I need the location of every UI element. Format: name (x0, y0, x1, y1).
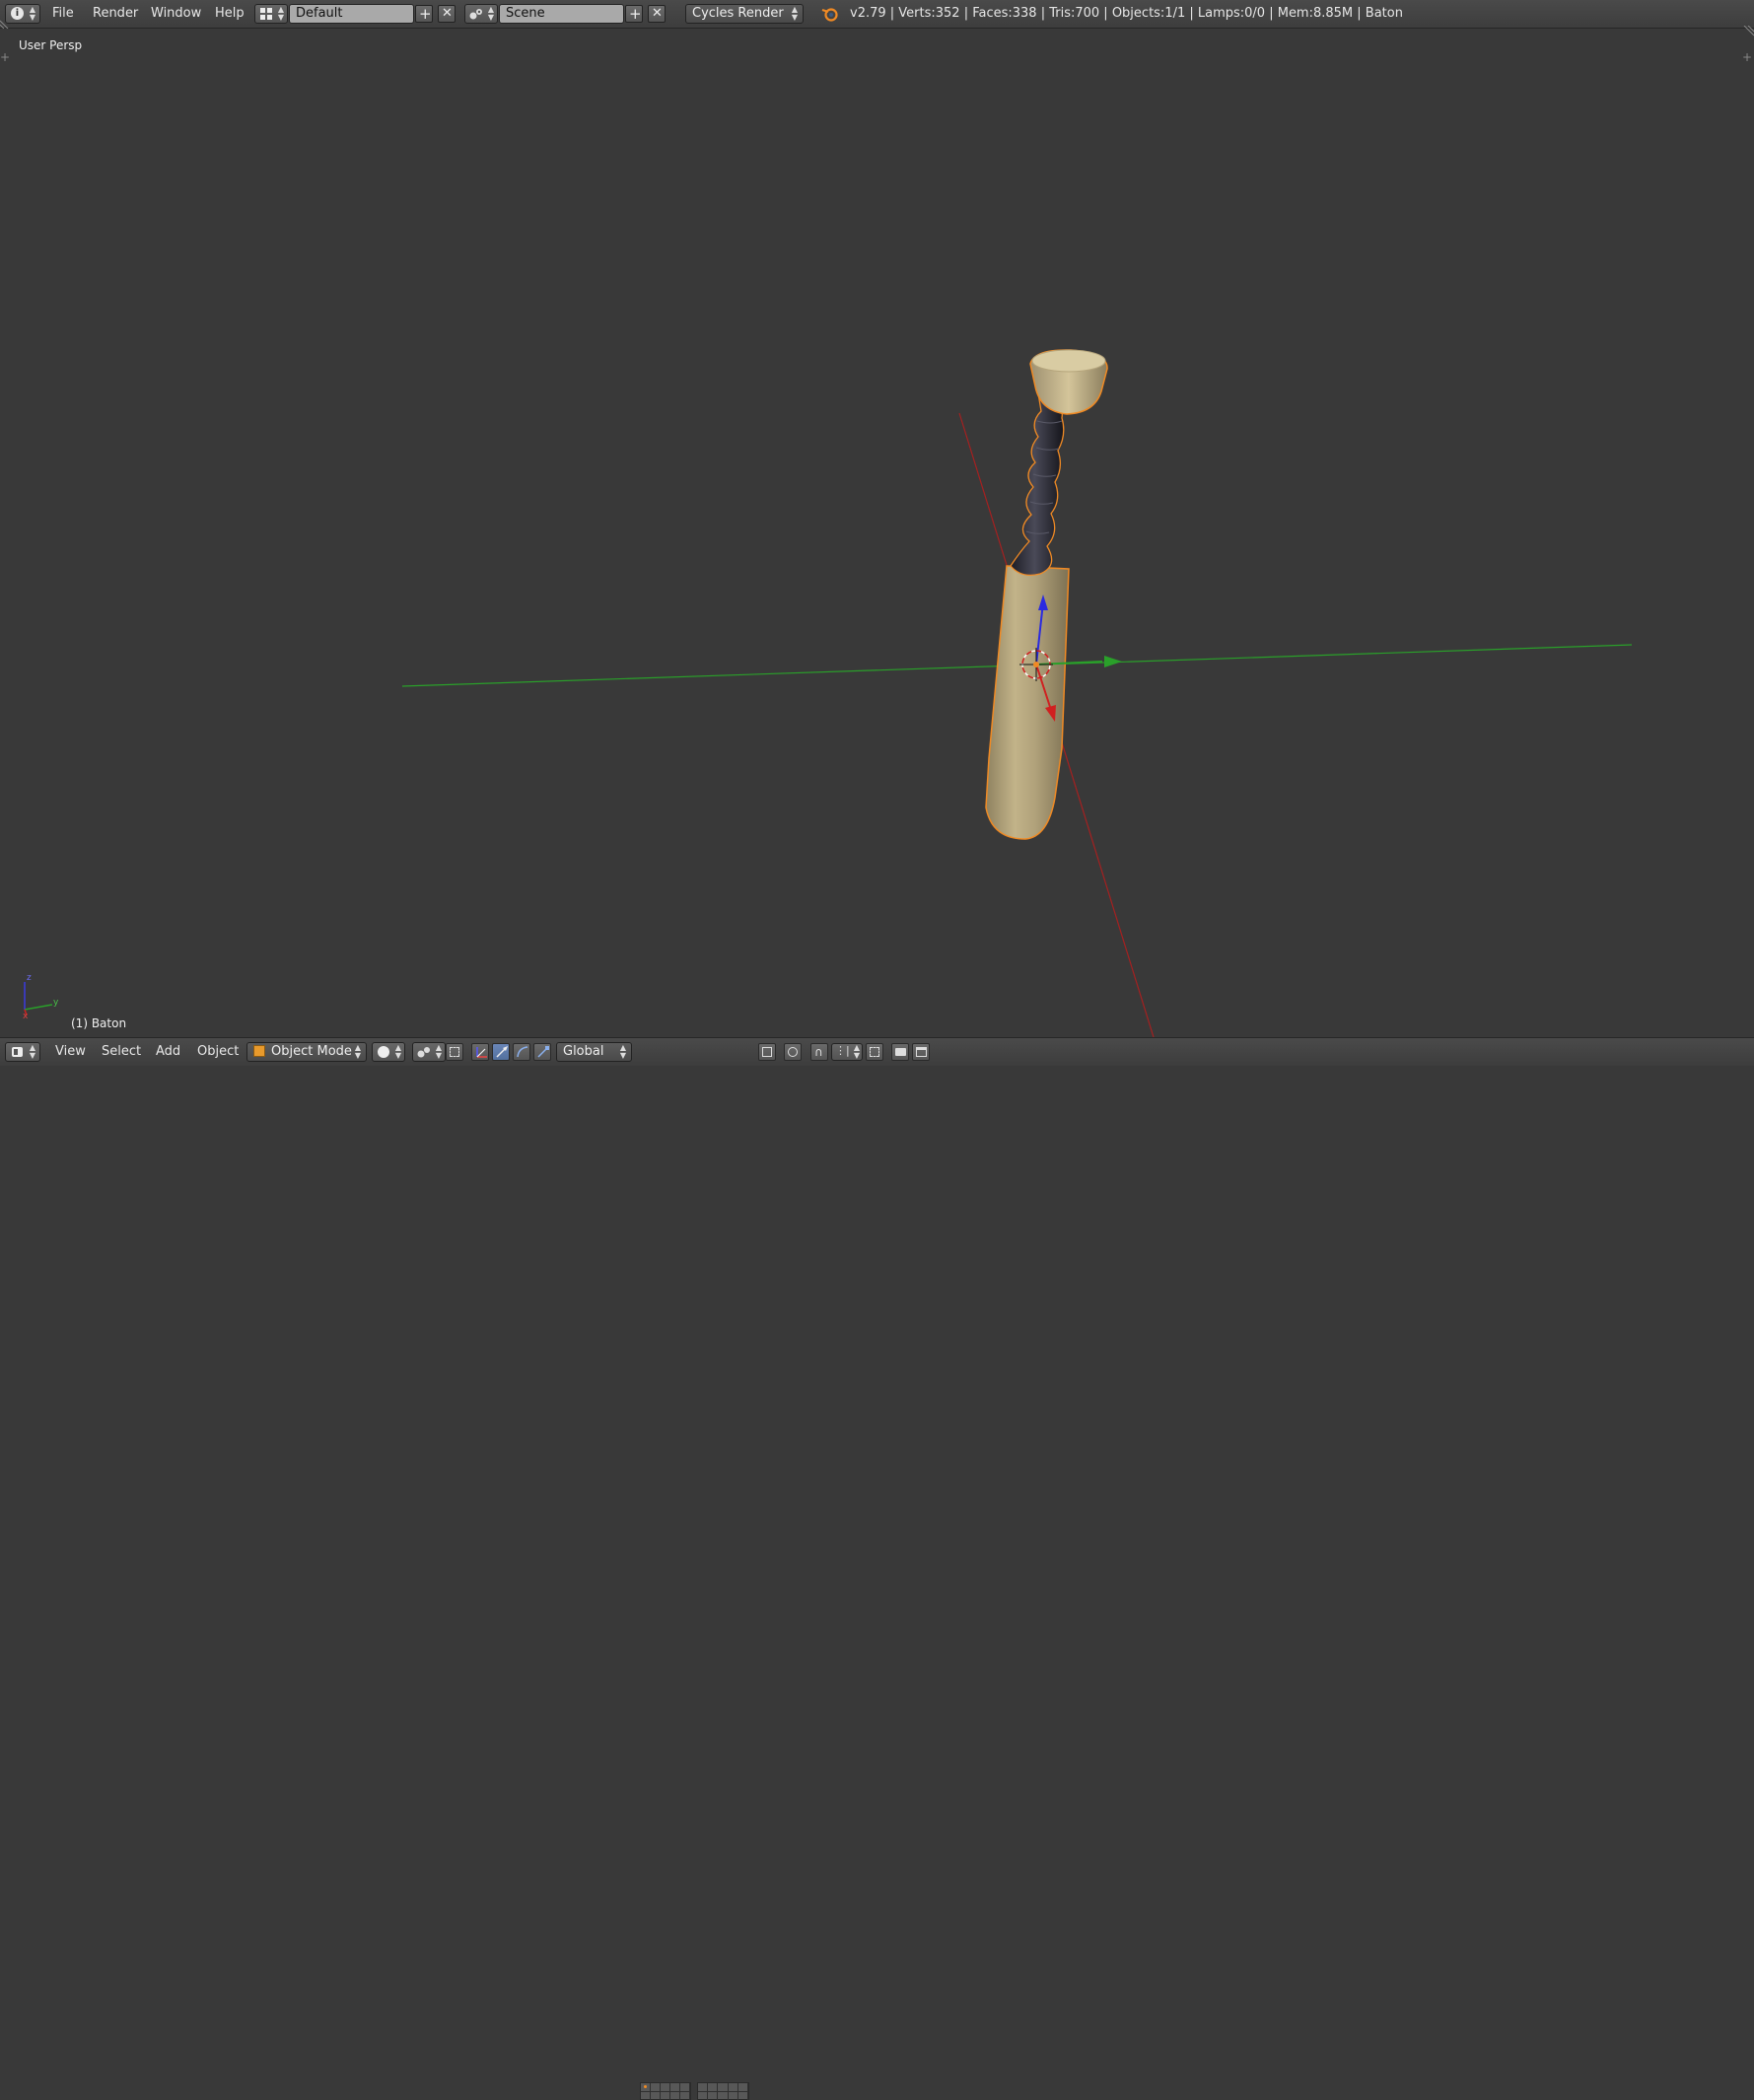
render-engine-label: Cycles Render (692, 6, 784, 21)
center-points-icon (450, 1047, 459, 1057)
baton-shaft[interactable] (985, 565, 1070, 840)
chevron-updown-icon: ▲ ▼ (619, 1043, 627, 1060)
manipulator-icon (474, 1045, 488, 1063)
clapperboard-icon (916, 1047, 927, 1057)
info-icon: i (11, 7, 24, 20)
manipulator-toggle-button[interactable] (471, 1043, 489, 1061)
manipulate-center-button[interactable] (446, 1043, 463, 1061)
cube-icon (253, 1045, 265, 1057)
area-handle-right-icon[interactable]: + (1742, 50, 1752, 64)
layout-grid-icon (260, 8, 272, 20)
scale-manipulator-button[interactable] (533, 1043, 551, 1061)
close-icon: ✕ (442, 6, 453, 21)
add-screen-button[interactable]: + (415, 5, 433, 23)
baton-object[interactable] (985, 349, 1108, 840)
area-corner-left[interactable] (0, 18, 10, 30)
rotate-manipulator-button[interactable] (513, 1043, 530, 1061)
snap-target-button[interactable] (866, 1043, 883, 1061)
snap-target-icon (870, 1047, 879, 1057)
menu-file[interactable]: File (52, 6, 74, 21)
editor-type-button[interactable]: i ▲ ▼ (5, 4, 40, 24)
scale-icon (536, 1045, 550, 1063)
info-header: i ▲ ▼ File Render Window Help ▲ ▼ Default … (0, 0, 1754, 36)
scene-statistics: v2.79 | Verts:352 | Faces:338 | Tris:700… (850, 6, 1403, 21)
chevron-updown-icon: ▲ ▼ (354, 1043, 362, 1060)
editor-type-button[interactable]: ▲ ▼ (5, 1042, 40, 1062)
chevron-updown-icon: ▲ ▼ (394, 1043, 402, 1060)
menu-object[interactable]: Object (197, 1044, 239, 1059)
axis-x-label: x (23, 1012, 29, 1021)
snap-toggle-button[interactable]: ∩ (810, 1043, 828, 1061)
plus-icon: + (629, 5, 642, 23)
baton-grip[interactable] (1010, 392, 1065, 577)
pivot-point-button[interactable]: ▲ ▼ (412, 1042, 446, 1062)
active-layer-dot-icon (644, 2085, 647, 2088)
lock-camera-layers-button[interactable] (758, 1043, 776, 1061)
render-engine-dropdown[interactable]: Cycles Render ▲ ▼ (685, 4, 804, 24)
scene-field[interactable]: Scene (499, 4, 624, 24)
proportional-editing-button[interactable] (784, 1043, 802, 1061)
solid-sphere-icon (378, 1046, 389, 1058)
chevron-updown-icon: ▲ ▼ (29, 5, 36, 22)
interaction-mode-label: Object Mode (271, 1044, 352, 1059)
scene-layers-group-1[interactable] (640, 2082, 691, 2100)
pivot-icon (417, 1045, 431, 1063)
snap-element-button[interactable]: ⋮| ▲ ▼ (831, 1043, 863, 1061)
chevron-updown-icon: ▲ ▼ (487, 5, 495, 22)
scene-icon (469, 7, 483, 25)
plus-icon: + (419, 5, 432, 23)
chevron-updown-icon: ▲ ▼ (791, 5, 799, 22)
menu-help[interactable]: Help (215, 6, 245, 21)
interaction-mode-dropdown[interactable]: Object Mode ▲ ▼ (246, 1042, 367, 1062)
layers-icon (762, 1047, 772, 1057)
axis-z-label: z (27, 973, 32, 983)
view-perspective-label: User Persp (19, 38, 83, 52)
translate-arrow-icon (495, 1045, 509, 1063)
menu-render[interactable]: Render (93, 6, 138, 21)
screen-layout-field[interactable]: Default (289, 4, 414, 24)
y-manipulator-arrow[interactable] (1104, 656, 1122, 667)
delete-screen-button[interactable]: ✕ (438, 5, 456, 23)
view-axis-gizmo (24, 982, 53, 1016)
viewport-shading-button[interactable]: ▲ ▼ (372, 1042, 405, 1062)
magnet-icon: ∩ (814, 1045, 823, 1059)
menu-add[interactable]: Add (156, 1044, 180, 1059)
chevron-updown-icon: ▲ ▼ (277, 5, 285, 22)
translate-manipulator-button[interactable] (492, 1043, 510, 1061)
proportional-circle-icon (788, 1047, 798, 1057)
opengl-animation-button[interactable] (912, 1043, 930, 1061)
viewport-header: ▲ ▼ View Select Add Object Object Mode ▲ ▼… (0, 1037, 1754, 2100)
chevron-updown-icon: ▲ ▼ (435, 1043, 443, 1060)
close-icon: ✕ (652, 6, 663, 21)
scene-browse-button[interactable]: ▲ ▼ (464, 4, 498, 24)
3d-viewport[interactable]: + + User Persp z y x (1) Baton (0, 29, 1754, 1037)
menu-window[interactable]: Window (151, 6, 201, 21)
menu-select[interactable]: Select (102, 1044, 141, 1059)
blender-logo-icon (821, 6, 839, 26)
add-scene-button[interactable]: + (625, 5, 643, 23)
area-handle-left-icon[interactable]: + (0, 50, 10, 64)
transform-orientation-label: Global (563, 1044, 604, 1059)
rotate-arc-icon (516, 1045, 529, 1063)
snap-increment-icon: ⋮| (835, 1044, 850, 1057)
opengl-render-button[interactable] (891, 1043, 909, 1061)
camera-icon (895, 1048, 906, 1056)
axis-y-label: y (53, 998, 59, 1008)
viewport-scene[interactable]: + + (0, 29, 1754, 1037)
screen-layout-browse-button[interactable]: ▲ ▼ (254, 4, 288, 24)
3d-view-icon (11, 1046, 24, 1062)
scene-layers-group-2[interactable] (697, 2082, 749, 2100)
chevron-updown-icon: ▲ ▼ (853, 1043, 861, 1060)
baton-cap-top (1031, 349, 1106, 373)
transform-orientation-dropdown[interactable]: Global ▲ ▼ (556, 1042, 632, 1062)
menu-view[interactable]: View (55, 1044, 86, 1059)
active-object-label: (1) Baton (71, 1016, 127, 1030)
delete-scene-button[interactable]: ✕ (648, 5, 666, 23)
chevron-updown-icon: ▲ ▼ (29, 1043, 36, 1060)
